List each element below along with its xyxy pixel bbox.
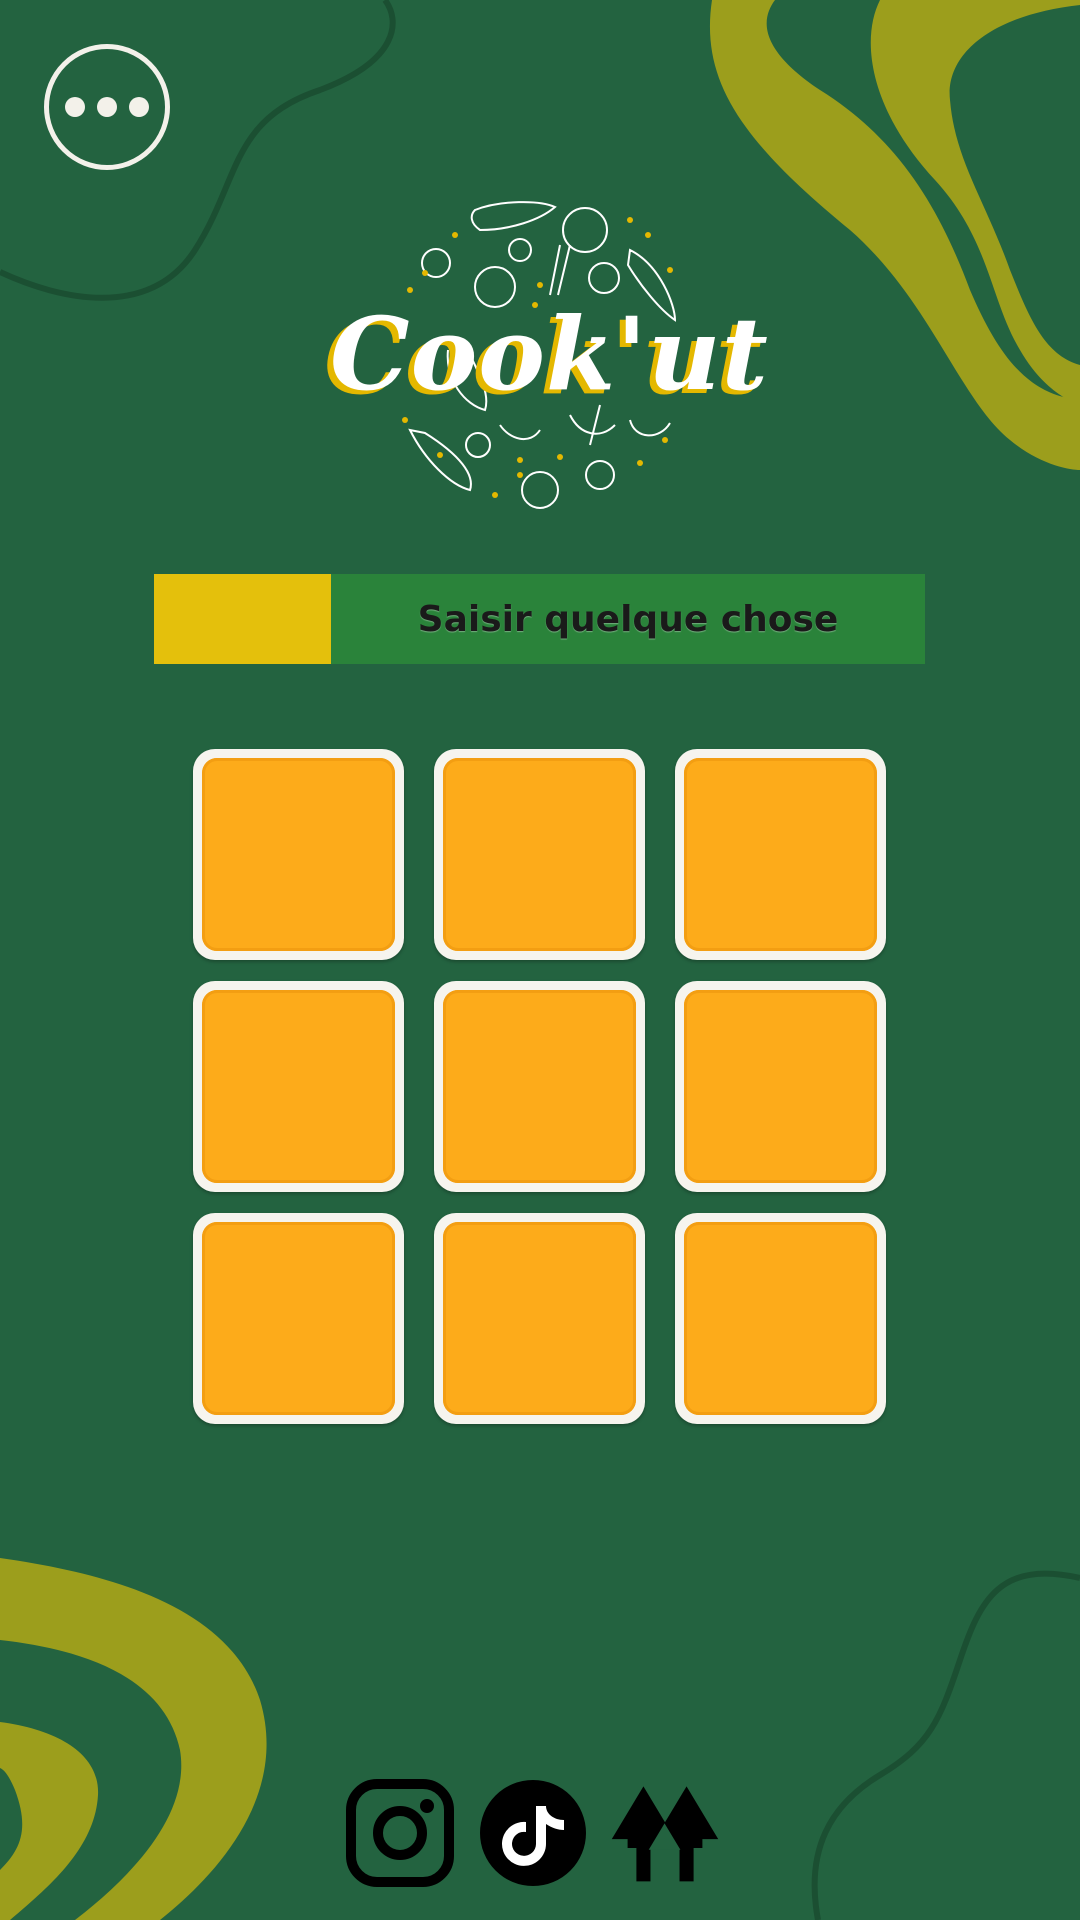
menu-button[interactable] xyxy=(44,44,170,170)
tile-face xyxy=(684,990,877,1183)
tile-face xyxy=(202,1222,395,1415)
search-bar: Saisir quelque chose xyxy=(154,574,925,664)
tile-face xyxy=(202,990,395,1183)
grid-tile[interactable] xyxy=(675,1213,886,1424)
grid-tile[interactable] xyxy=(193,981,404,1192)
grid-tile[interactable] xyxy=(434,981,645,1192)
tiktok-icon[interactable] xyxy=(478,1778,588,1888)
tile-face xyxy=(443,990,636,1183)
grid-tile[interactable] xyxy=(675,749,886,960)
more-horizontal-icon xyxy=(65,97,85,117)
logo: Cook'ut xyxy=(330,195,769,515)
tile-face xyxy=(443,1222,636,1415)
more-horizontal-icon xyxy=(97,97,117,117)
grid-tile[interactable] xyxy=(193,1213,404,1424)
grid-tile[interactable] xyxy=(675,981,886,1192)
tile-face xyxy=(684,758,877,951)
recipe-grid xyxy=(193,749,886,1424)
grid-tile[interactable] xyxy=(434,749,645,960)
search-input[interactable]: Saisir quelque chose xyxy=(331,574,925,664)
tile-face xyxy=(443,758,636,951)
tile-face xyxy=(202,758,395,951)
grid-tile[interactable] xyxy=(193,749,404,960)
instagram-icon[interactable] xyxy=(345,1778,455,1888)
grid-tile[interactable] xyxy=(434,1213,645,1424)
tile-face xyxy=(684,1222,877,1415)
social-links xyxy=(345,1778,735,1888)
search-placeholder: Saisir quelque chose xyxy=(417,598,839,640)
linktree-icon[interactable] xyxy=(610,1778,720,1888)
brand-name: Cook'ut xyxy=(330,295,769,413)
more-horizontal-icon xyxy=(129,97,149,117)
search-accent-block xyxy=(154,574,331,664)
